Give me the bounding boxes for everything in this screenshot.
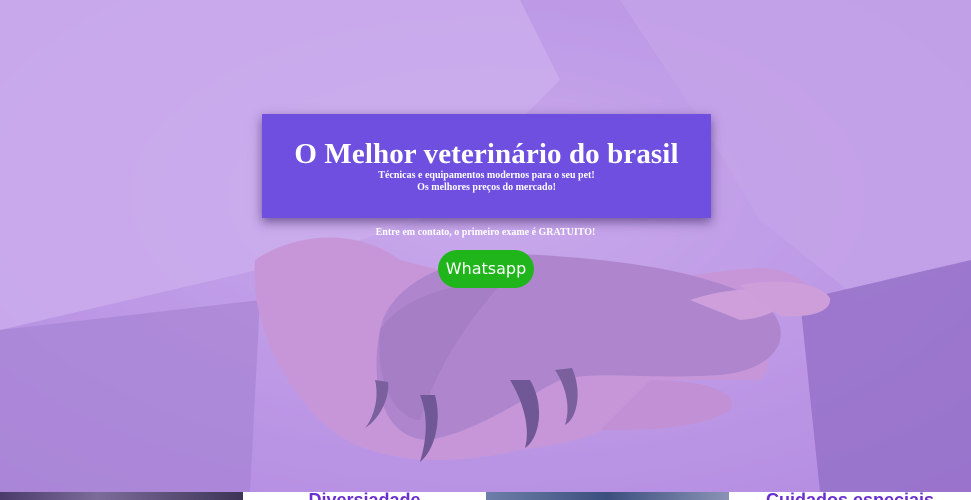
hero-overlay	[0, 0, 971, 492]
whatsapp-button[interactable]: Whatsapp	[438, 250, 534, 288]
hero-subtitle-line1: Técnicas e equipamentos modernos para o …	[378, 170, 595, 181]
hero-subtitle-line2: Os melhores preços do mercado!	[417, 182, 556, 193]
card-image-1	[0, 492, 243, 500]
card-special-care-heading: Cuidados especiais	[729, 492, 971, 500]
card-diversity-heading: Diversiadade	[243, 492, 486, 500]
hero-title-box: O Melhor veterinário do brasil Técnicas …	[262, 114, 711, 218]
hero-title: O Melhor veterinário do brasil	[294, 138, 679, 170]
card-special-care: Cuidados especiais	[729, 492, 971, 500]
cta-text: Entre em contato, o primeiro exame é GRA…	[375, 227, 596, 238]
hero-section: O Melhor veterinário do brasil Técnicas …	[0, 0, 971, 492]
card-image-2	[486, 492, 729, 500]
card-diversity: Diversiadade	[243, 492, 486, 500]
feature-cards: Diversiadade Cuidados especiais	[0, 492, 971, 500]
